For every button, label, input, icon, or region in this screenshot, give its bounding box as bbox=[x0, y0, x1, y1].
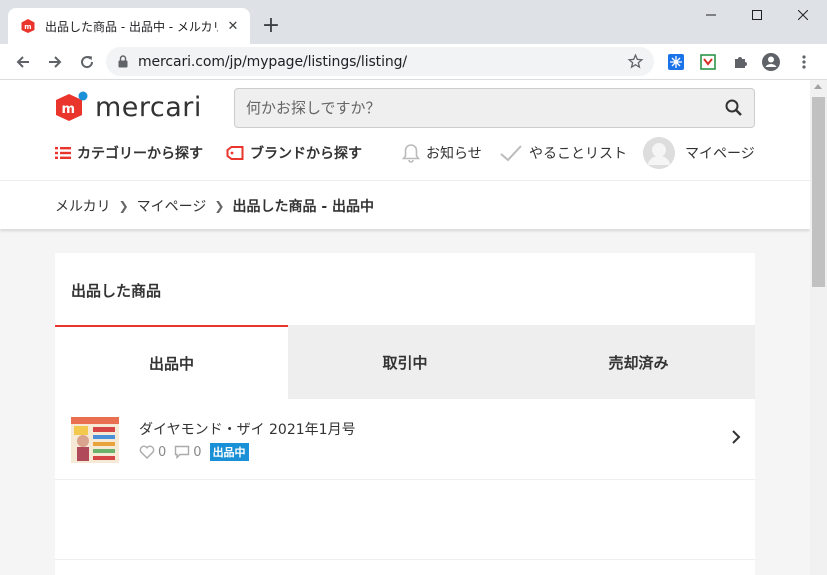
logo-text: mercari bbox=[95, 91, 202, 123]
header-divider bbox=[0, 180, 810, 181]
reload-icon[interactable] bbox=[73, 48, 101, 76]
comment-count: 0 bbox=[193, 444, 202, 460]
extension-snowflake-icon[interactable] bbox=[666, 52, 686, 72]
new-tab-icon[interactable]: + bbox=[261, 12, 281, 38]
svg-text:m: m bbox=[62, 102, 76, 117]
forward-arrow-icon[interactable] bbox=[41, 48, 69, 76]
address-bar[interactable]: mercari.com/jp/mypage/listings/listing/ bbox=[106, 47, 654, 76]
comment-icon bbox=[175, 445, 190, 459]
search-box bbox=[234, 88, 755, 128]
mercari-logo[interactable]: m mercari bbox=[54, 90, 202, 124]
breadcrumb-home[interactable]: メルカリ bbox=[55, 196, 111, 216]
listing-tabs: 出品中 取引中 売却済み bbox=[55, 325, 755, 399]
mypage-link[interactable]: マイページ bbox=[643, 137, 755, 169]
breadcrumb-current: 出品した商品 - 出品中 bbox=[232, 199, 375, 215]
scroll-up-arrow-icon[interactable] bbox=[814, 84, 822, 89]
todo-list-link[interactable]: やることリスト bbox=[499, 140, 627, 166]
like-count: 0 bbox=[158, 444, 167, 460]
browser-menu-icon[interactable] bbox=[794, 52, 814, 72]
category-search-label: カテゴリーから探す bbox=[77, 146, 203, 162]
mypage-label: マイページ bbox=[685, 146, 755, 162]
tab-sold[interactable]: 売却済み bbox=[522, 325, 755, 399]
brand-search-label: ブランドから探す bbox=[250, 146, 362, 162]
back-arrow-icon[interactable] bbox=[9, 48, 37, 76]
page-title: 出品した商品 bbox=[71, 282, 162, 300]
tag-icon bbox=[226, 146, 244, 160]
tab-close-icon[interactable]: ✕ bbox=[224, 17, 242, 35]
item-meta: 0 0 出品中 bbox=[139, 443, 249, 461]
avatar bbox=[643, 137, 675, 169]
listings-card: 出品した商品 出品中 取引中 売却済み ダイヤモンド・ザイ 2021年1月号 0… bbox=[55, 253, 755, 575]
breadcrumb: メルカリ ❯ マイページ ❯ 出品した商品 - 出品中 bbox=[55, 196, 374, 216]
breadcrumb-mypage[interactable]: マイページ bbox=[137, 196, 207, 216]
chevron-right-icon: ❯ bbox=[118, 199, 129, 213]
chevron-right-icon: ❯ bbox=[214, 199, 225, 213]
browser-toolbar: mercari.com/jp/mypage/listings/listing/ bbox=[0, 44, 827, 80]
window-close-icon[interactable] bbox=[780, 0, 826, 30]
profile-icon[interactable] bbox=[761, 52, 781, 72]
check-icon bbox=[499, 144, 523, 162]
tab-label: 売却済み bbox=[608, 353, 669, 372]
tab-label: 取引中 bbox=[382, 353, 428, 372]
mercari-favicon: m bbox=[21, 19, 35, 33]
maximize-icon[interactable] bbox=[734, 0, 780, 30]
minimize-icon[interactable] bbox=[688, 0, 734, 30]
extensions-puzzle-icon[interactable] bbox=[730, 52, 750, 72]
url-text: mercari.com/jp/mypage/listings/listing/ bbox=[138, 53, 408, 70]
bookmark-star-icon[interactable] bbox=[627, 53, 644, 70]
lock-icon bbox=[118, 55, 128, 68]
mercari-logo-icon: m bbox=[56, 91, 88, 121]
browser-tab[interactable]: m 出品した商品 - 出品中 - メルカリ ス ✕ bbox=[8, 8, 250, 44]
tab-in-progress[interactable]: 取引中 bbox=[288, 325, 522, 399]
notifications-label: お知らせ bbox=[426, 146, 482, 162]
notifications-link[interactable]: お知らせ bbox=[402, 140, 482, 166]
list-icon bbox=[55, 146, 71, 160]
scrollbar-thumb[interactable] bbox=[812, 97, 825, 287]
tab-listing[interactable]: 出品中 bbox=[55, 325, 288, 399]
search-input[interactable] bbox=[235, 89, 705, 127]
heart-icon bbox=[139, 445, 155, 459]
list-item[interactable]: ダイヤモンド・ザイ 2021年1月号 0 0 出品中 bbox=[55, 399, 755, 480]
page-scrollbar[interactable] bbox=[810, 80, 827, 575]
brand-search-link[interactable]: ブランドから探す bbox=[226, 140, 362, 166]
svg-text:m: m bbox=[24, 23, 31, 31]
page-viewport: m mercari カテゴリーから探す bbox=[0, 80, 810, 575]
avatar-face-icon bbox=[643, 137, 675, 169]
status-badge: 出品中 bbox=[209, 443, 249, 461]
chevron-right-icon[interactable] bbox=[731, 429, 741, 445]
category-search-link[interactable]: カテゴリーから探す bbox=[55, 140, 203, 166]
item-name: ダイヤモンド・ザイ 2021年1月号 bbox=[139, 422, 356, 438]
item-thumbnail bbox=[71, 417, 119, 463]
bell-icon bbox=[402, 143, 420, 163]
site-header: m mercari カテゴリーから探す bbox=[0, 80, 810, 229]
todo-list-label: やることリスト bbox=[529, 146, 627, 162]
search-icon[interactable] bbox=[724, 98, 744, 118]
tab-title: 出品した商品 - 出品中 - メルカリ ス bbox=[45, 19, 218, 34]
browser-tabstrip: m 出品した商品 - 出品中 - メルカリ ス ✕ + bbox=[0, 0, 827, 44]
list-divider bbox=[55, 559, 755, 560]
extension-calendar-icon[interactable] bbox=[698, 52, 718, 72]
tab-label: 出品中 bbox=[148, 354, 194, 373]
